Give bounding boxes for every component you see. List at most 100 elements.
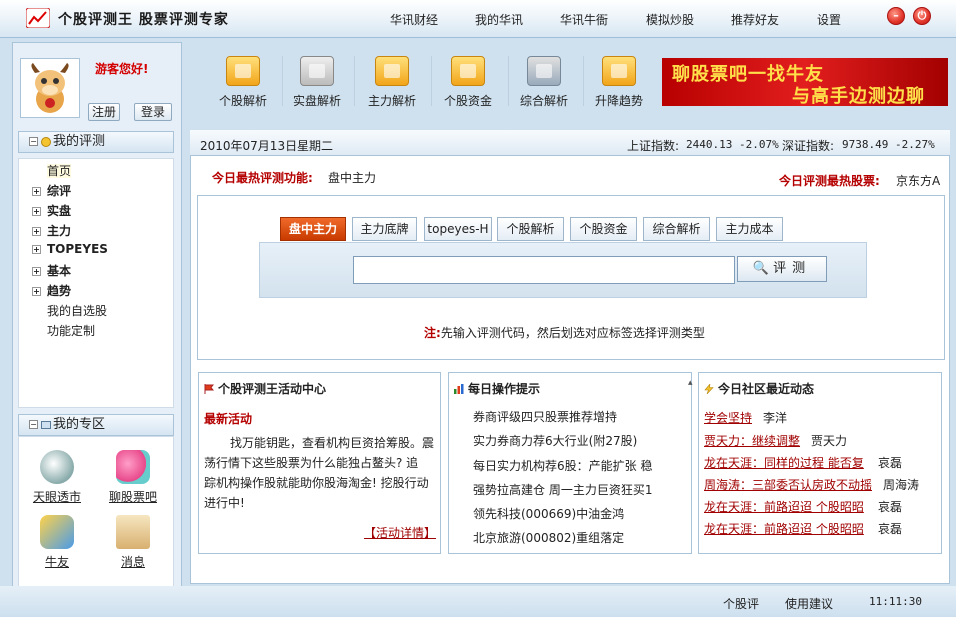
expand-icon[interactable]: + [32, 245, 41, 254]
tool-comprehensive-analysis[interactable]: 综合解析 [508, 52, 580, 110]
expand-icon[interactable]: + [32, 187, 41, 196]
community-topic-link[interactable]: 龙在天涯：前路迢迢 个股昭昭 [704, 520, 864, 537]
tree-item-label: 综评 [47, 184, 72, 198]
nav-recommend-friends[interactable]: 推荐好友 [731, 11, 779, 28]
tool-label: 个股资金 [443, 94, 492, 108]
tool-stock-analysis[interactable]: 个股解析 [207, 52, 279, 110]
nav-settings[interactable]: 设置 [817, 11, 841, 28]
expand-icon[interactable]: + [32, 287, 41, 296]
tool-real-analysis[interactable]: 实盘解析 [281, 52, 353, 110]
zone-label: 消息 [120, 555, 145, 569]
collapse-icon[interactable]: − [29, 137, 38, 146]
power-close-icon[interactable]: ⏻ [913, 7, 931, 25]
usage-note: 注:先输入评测代码，然后划选对应标签选择评测类型 [424, 324, 705, 341]
tree-item-label: 主力 [47, 224, 72, 238]
cow-avatar-icon [31, 63, 69, 113]
minimize-icon[interactable]: – [887, 7, 905, 25]
zone-label: 天眼透市 [32, 490, 81, 504]
nav-simulated-trading[interactable]: 模拟炒股 [646, 11, 694, 28]
tree-item-real[interactable]: + 实盘 [32, 202, 71, 220]
nav-huaxun-finance[interactable]: 华讯财经 [390, 11, 438, 28]
zone-stock-chat[interactable]: 聊股票吧 [98, 450, 168, 505]
my-zone-header[interactable]: − 我的专区 [18, 414, 174, 436]
community-topic-link[interactable]: 贾天力：继续调整 [704, 432, 800, 449]
tree-item-home[interactable]: 首页 [32, 162, 72, 180]
collapse-icon[interactable]: − [29, 420, 38, 429]
community-author: 哀磊 [878, 522, 903, 536]
nav-huaxun-niuya[interactable]: 华讯牛衙 [560, 11, 608, 28]
tree-item-main-force[interactable]: + 主力 [32, 222, 71, 240]
activity-details-link[interactable]: 【活动详情】 [364, 524, 436, 541]
community-author: 哀磊 [878, 500, 903, 514]
lightning-icon [704, 384, 714, 394]
login-button[interactable]: 登录 [134, 103, 172, 121]
community-topic-link[interactable]: 龙在天涯：前路迢迢 个股昭昭 [704, 498, 864, 515]
tree-item-label: 功能定制 [47, 324, 96, 338]
community-title: 今日社区最近动态 [704, 380, 814, 397]
tab-intraday-main-force[interactable]: 盘中主力 [280, 217, 346, 241]
community-topic-link[interactable]: 学会坚持 [704, 409, 752, 426]
expand-icon[interactable]: + [32, 267, 41, 276]
community-title-text: 今日社区最近动态 [718, 382, 815, 396]
tab-main-cost[interactable]: 主力成本 [716, 217, 783, 241]
tab-main-force-card[interactable]: 主力底牌 [352, 217, 417, 241]
sz-index-value: 9738.49 -2.27% [842, 138, 935, 151]
tool-trend[interactable]: 升降趋势 [583, 52, 655, 110]
register-button[interactable]: 注册 [88, 103, 120, 121]
zone-eye-market[interactable]: 天眼透市 [22, 450, 92, 505]
tip-link[interactable]: 强势拉高建仓 周一主力巨资狂买1 [473, 481, 652, 498]
tree-item-overall[interactable]: + 综评 [32, 182, 71, 200]
tip-link[interactable]: 券商评级四只股票推荐增持 [473, 408, 617, 425]
coin-icon [41, 137, 51, 147]
expand-icon[interactable]: + [32, 227, 41, 236]
tool-stock-funds[interactable]: 个股资金 [432, 52, 504, 110]
tree-item-label: 我的自选股 [47, 304, 108, 318]
hot-stock-value[interactable]: 京东方A [896, 172, 940, 189]
community-author: 哀磊 [878, 456, 903, 470]
hot-function-value[interactable]: 盘中主力 [328, 169, 376, 186]
bar-chart-icon [454, 384, 464, 394]
tree-item-watchlist[interactable]: 我的自选股 [32, 302, 107, 320]
tip-link[interactable]: 领先科技(000669)中油金鸿 [473, 505, 624, 522]
activity-line: 踪机构操作股就能助你股海淘金! 挖股行动 [204, 476, 429, 490]
tip-link[interactable]: 每日实力机构荐6股：产能扩张 稳 [473, 457, 652, 474]
sz-index-label: 深证指数: [782, 139, 835, 153]
tree-item-customize[interactable]: 功能定制 [32, 322, 95, 340]
tab-stock-funds[interactable]: 个股资金 [570, 217, 637, 241]
tree-item-basic[interactable]: + 基本 [32, 262, 71, 280]
activity-line: 找万能钥匙，查看机构巨资拾筹股。震 [230, 436, 435, 450]
evaluate-button[interactable]: 🔍 评测 [737, 256, 827, 282]
activity-line: 荡行情下这些股票为什么能独占鳌头? 追 [204, 456, 419, 470]
feedback-link[interactable]: 使用建议 [785, 595, 833, 612]
zone-friends[interactable]: 牛友 [22, 515, 92, 570]
community-author: 周海涛 [883, 478, 920, 492]
tree-item-topeyes[interactable]: + TOPEYES [32, 242, 108, 260]
tip-link[interactable]: 北京旅游(000802)重组落定 [473, 529, 624, 546]
nav-my-huaxun[interactable]: 我的华讯 [475, 11, 523, 28]
hot-stock-label: 今日评测最热股票: [779, 174, 880, 188]
zone-messages[interactable]: 消息 [98, 515, 168, 570]
tab-stock-analysis[interactable]: 个股解析 [497, 217, 564, 241]
ad-banner[interactable]: 聊股票吧一找牛友 与高手边测边聊 [662, 58, 948, 106]
status-app-link[interactable]: 个股评 [723, 595, 759, 612]
stock-code-input[interactable] [353, 256, 735, 284]
activity-subtitle: 最新活动 [204, 412, 253, 426]
community-author: 贾天力 [811, 434, 848, 448]
community-topic-link[interactable]: 龙在天涯：同样的过程 能否复 [704, 454, 864, 471]
tool-label: 升降趋势 [594, 94, 643, 108]
expand-icon[interactable]: + [32, 207, 41, 216]
compass-icon [527, 56, 561, 86]
tab-comprehensive[interactable]: 综合解析 [643, 217, 710, 241]
community-topic-link[interactable]: 周海涛：三部委否认房政不动摇 [704, 476, 872, 493]
tree-item-label: 实盘 [47, 204, 72, 218]
tool-main-force-analysis[interactable]: 主力解析 [356, 52, 428, 110]
community-author: 李洋 [763, 411, 788, 425]
tip-link[interactable]: 实力券商力荐6大行业(附27股) [473, 432, 637, 449]
scroll-arrow-icon[interactable]: ▴ [688, 378, 693, 388]
question-icon [375, 56, 409, 86]
my-eval-header[interactable]: − 我的评测 [18, 131, 174, 153]
tree-item-trend[interactable]: + 趋势 [32, 282, 71, 300]
clock: 11:11:30 [869, 595, 922, 608]
tab-topeyes-h[interactable]: topeyes-H [424, 217, 492, 241]
chat-bubble-icon [116, 450, 150, 484]
